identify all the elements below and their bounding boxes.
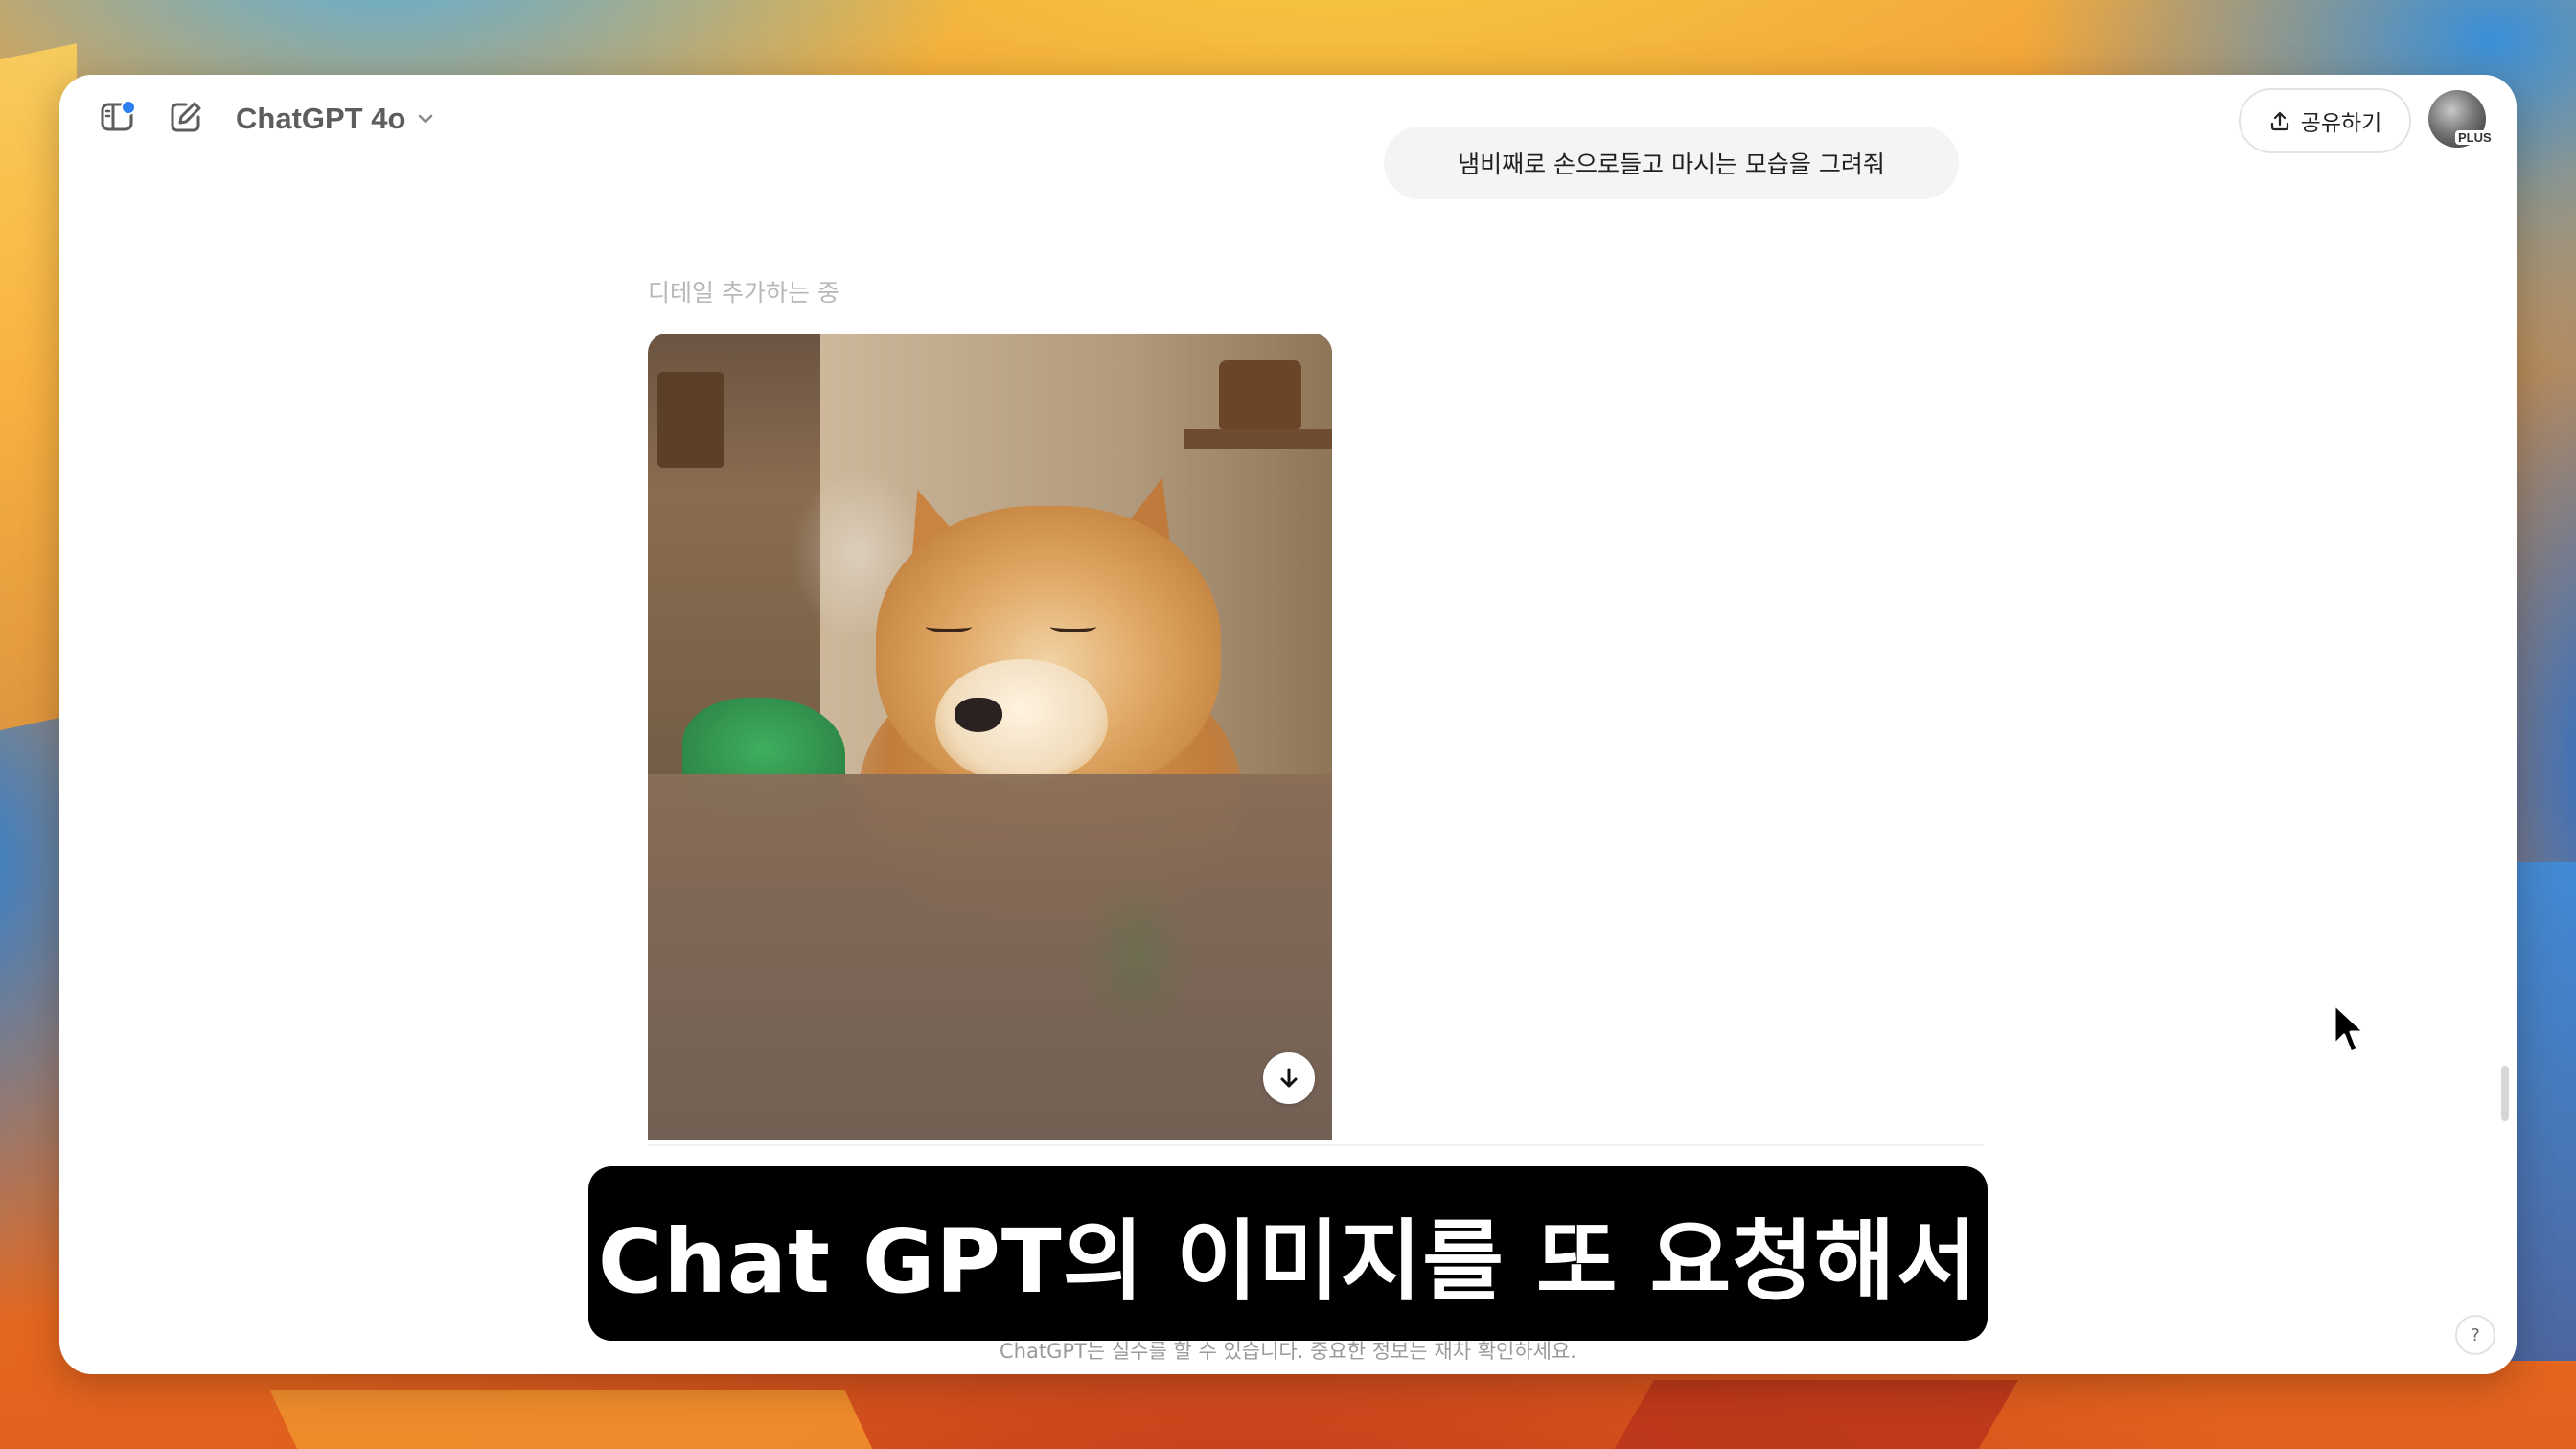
- user-message-bubble: 냄비째로 손으로들고 마시는 모습을 그려줘: [1384, 126, 1959, 199]
- composer-divider: [648, 1144, 1984, 1146]
- image-dog-nose: [954, 698, 1002, 732]
- help-button[interactable]: ?: [2455, 1315, 2496, 1355]
- image-loading-blur: [648, 774, 1332, 1140]
- upload-icon: [2270, 111, 2288, 131]
- image-loading-blur: [1079, 870, 1194, 1043]
- top-bar: ChatGPT 4o 공유하기 PLUS: [59, 75, 2517, 163]
- wallpaper-shape: [1604, 1380, 2018, 1449]
- download-button[interactable]: [1263, 1052, 1315, 1104]
- model-selector[interactable]: ChatGPT 4o: [236, 98, 436, 140]
- download-icon: [1280, 1068, 1298, 1088]
- image-shelf: [1184, 429, 1332, 448]
- wallpaper-shape: [269, 1390, 881, 1449]
- new-chat-button[interactable]: [163, 94, 209, 140]
- user-message-text: 냄비째로 손으로들고 마시는 모습을 그려줘: [1458, 150, 1885, 178]
- image-dog-eye: [926, 621, 972, 632]
- generated-image[interactable]: [648, 334, 1332, 1140]
- subtitle-text: Chat GPT의 이미지를 또 요청해서: [597, 1209, 1979, 1313]
- image-cup: [657, 372, 724, 468]
- edit-icon: [171, 102, 201, 132]
- help-label: ?: [2471, 1324, 2480, 1346]
- mouse-cursor-icon: [2333, 1002, 2366, 1054]
- video-subtitle: Chat GPT의 이미지를 또 요청해서: [588, 1166, 1988, 1341]
- scrollbar-thumb[interactable]: [2501, 1066, 2509, 1121]
- plan-badge: PLUS: [2455, 130, 2495, 145]
- share-button[interactable]: 공유하기: [2239, 88, 2411, 153]
- notification-dot: [121, 100, 136, 115]
- image-dog-eye: [1050, 621, 1096, 632]
- model-name: ChatGPT 4o: [236, 102, 406, 135]
- sidebar-toggle-button[interactable]: [94, 94, 140, 140]
- assistant-status-text: 디테일 추가하는 중: [648, 279, 840, 307]
- chevron-down-icon: [419, 114, 433, 124]
- share-label: 공유하기: [2300, 111, 2382, 136]
- image-pot: [1219, 360, 1301, 429]
